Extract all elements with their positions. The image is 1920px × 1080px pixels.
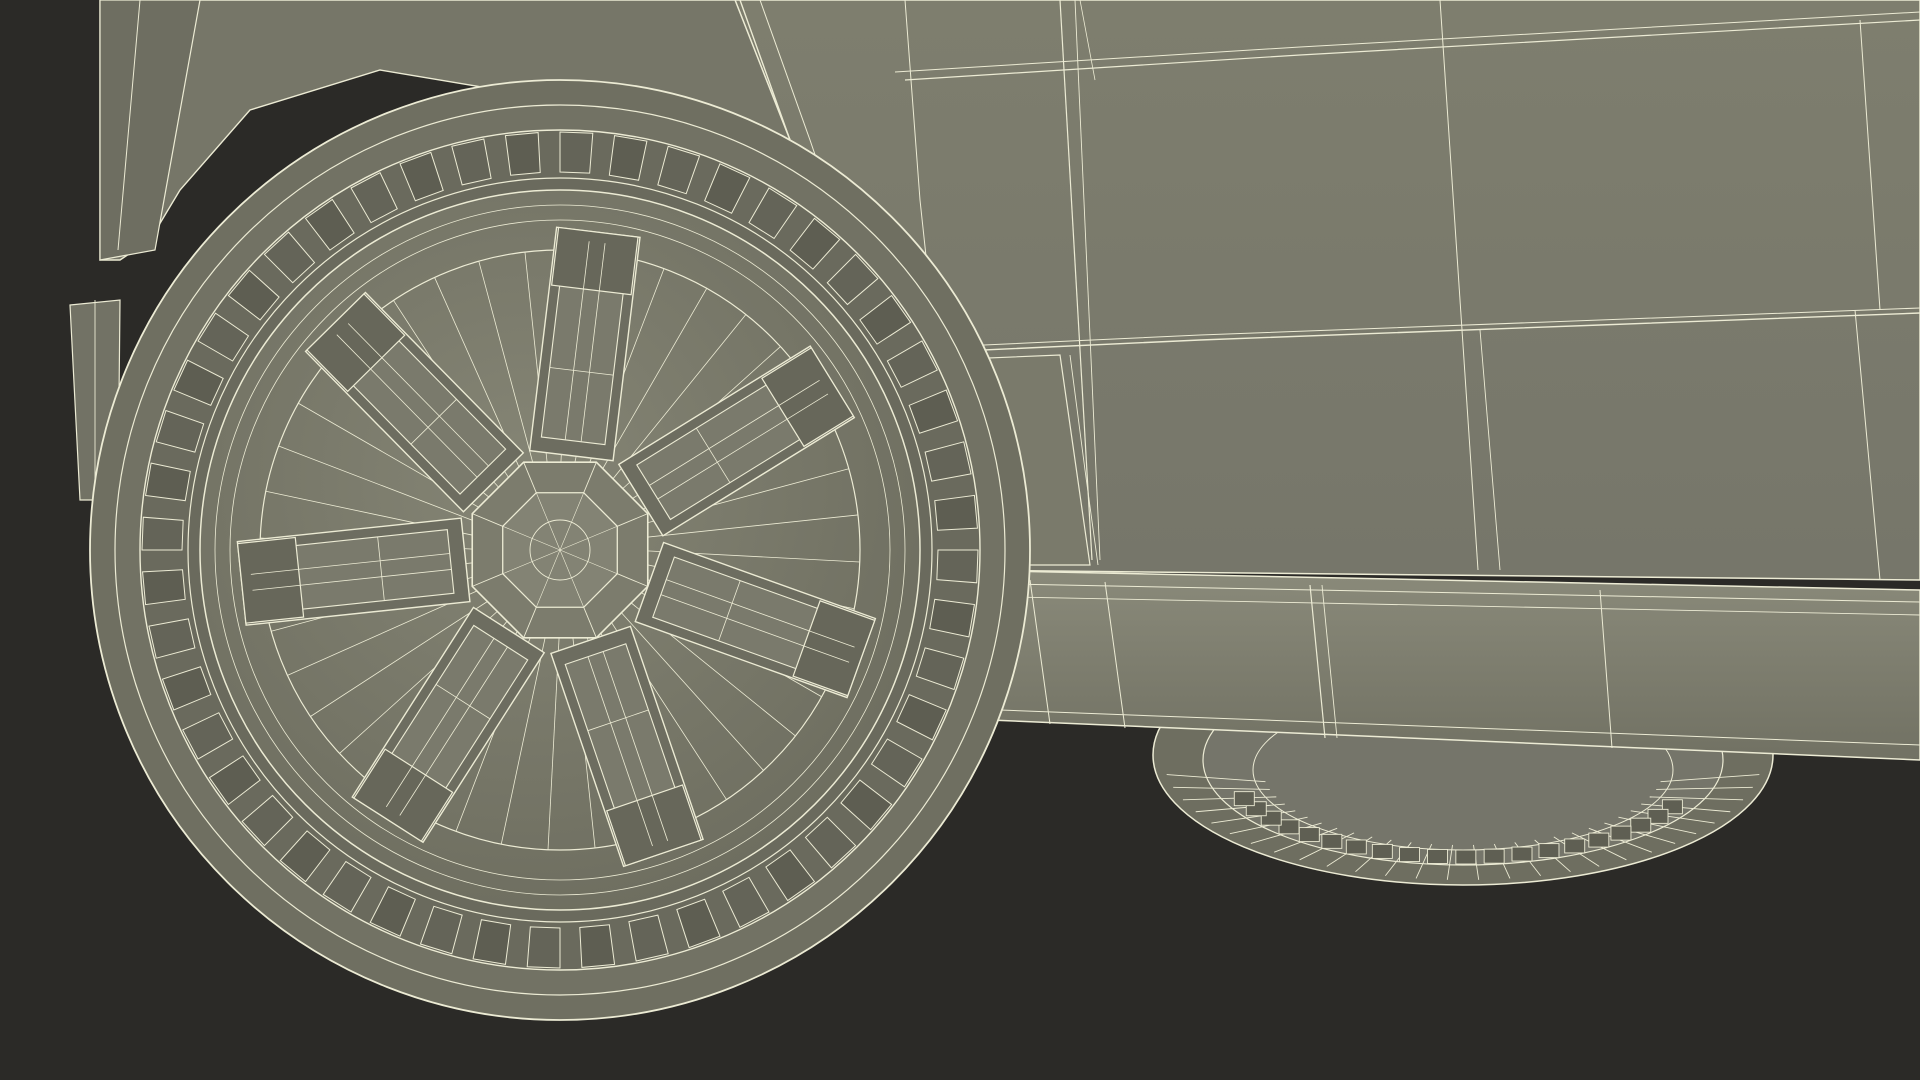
front-wheel (89, 79, 1031, 1021)
tread-block (141, 516, 184, 551)
rocker-sill (954, 569, 1920, 761)
wheel-hub (471, 461, 649, 639)
tread-block (936, 549, 979, 584)
tread-block (934, 494, 978, 531)
tread-block (559, 131, 594, 174)
tread-block (526, 926, 561, 969)
tread-block (504, 132, 541, 176)
wireframe-render (69, 0, 1920, 1021)
tread-block (579, 924, 616, 968)
render-viewport (0, 0, 1920, 1080)
tread-block (142, 569, 186, 606)
